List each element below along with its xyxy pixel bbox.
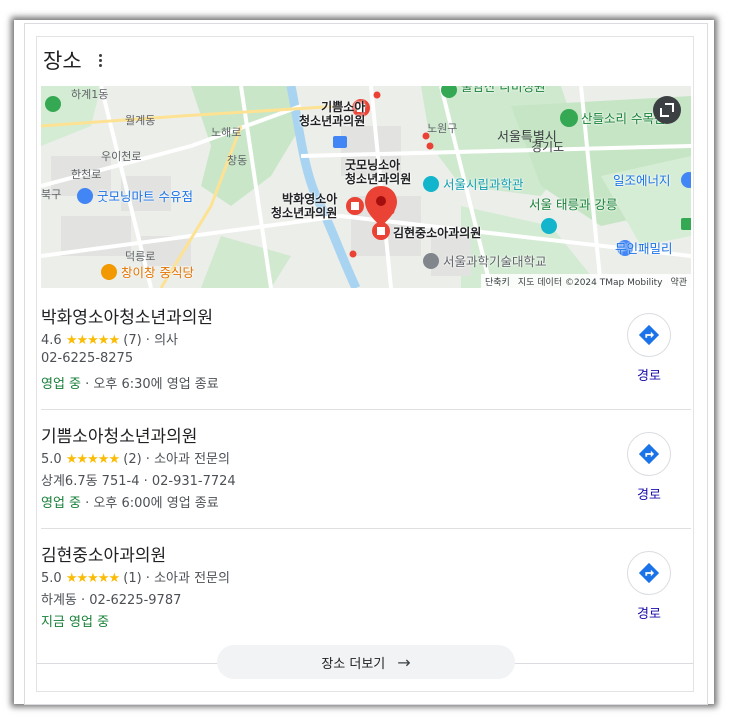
place-item[interactable]: 김현중소아과의원 5.0 ★★★★★ (1) · 소아과 전문의 하계동 · 0… [41,529,691,647]
more-places-label: 장소 더보기 [321,656,386,672]
places-header: 장소 [43,45,108,75]
place-name[interactable]: 박화영소아청소년과의원 [41,303,213,328]
more-places-button[interactable]: 장소 더보기 → [217,645,515,679]
place-item[interactable]: 박화영소아청소년과의원 4.6 ★★★★★ (7) · 의사 02-6225-8… [41,291,691,410]
directions-button[interactable]: 경로 [627,551,671,622]
open-status: 영업 중 [41,377,82,392]
more-options-icon[interactable] [94,53,108,67]
map-label: 덕릉로 [125,250,156,263]
place-hours: 영업 중 · 오후 6:30에 영업 종료 [41,373,219,392]
place-category: 소아과 전문의 [154,452,230,467]
place-rating-row: 5.0 ★★★★★ (2) · 소아과 전문의 [41,452,230,467]
arrow-right-icon: → [397,652,411,672]
expand-map-icon[interactable] [653,96,681,124]
review-count[interactable]: (7) [123,333,141,348]
map-view[interactable]: 하계1동 월계동 노해로 창동 노원구 우이천로 한천로 북구 덕릉로 서울특별… [41,86,691,288]
place-address-phone: 하계동 · 02-6225-9787 [41,593,182,608]
place-name[interactable]: 기쁨소아청소년과의원 [41,422,197,447]
map-poi-mart[interactable]: 굿모닝마트 수유점 [97,190,193,204]
open-status: 영업 중 [41,496,82,511]
place-category: 소아과 전문의 [154,571,230,586]
map-poi-kim[interactable]: 김현중소아과의원 [393,226,481,240]
review-count[interactable]: (1) [123,571,141,586]
keyboard-shortcuts-link[interactable]: 단축키 [485,275,510,288]
rating-value: 4.6 [41,333,62,348]
hours-detail: · 오후 6:30에 영업 종료 [85,377,219,392]
map-label: 한천로 [71,168,102,181]
map-label: 창동 [227,154,248,167]
directions-icon[interactable] [627,432,671,476]
map-poi-seoultech[interactable]: 서울과학기술대학교 [443,255,547,269]
places-list: 박화영소아청소년과의원 4.6 ★★★★★ (7) · 의사 02-6225-8… [41,291,691,647]
place-item[interactable]: 기쁨소아청소년과의원 5.0 ★★★★★ (2) · 소아과 전문의 상계6.7… [41,410,691,529]
rating-stars: ★★★★★ [65,333,120,348]
places-title: 장소 [43,49,82,73]
directions-label[interactable]: 경로 [637,484,661,503]
map-label: 우이천로 [101,150,142,163]
rating-value: 5.0 [41,452,62,467]
review-count[interactable]: (2) [123,452,141,467]
place-name[interactable]: 김현중소아과의원 [41,541,166,566]
directions-label[interactable]: 경로 [637,603,661,622]
map-poi-iljoo[interactable]: 일조에너지 [613,174,671,188]
place-rating-row: 5.0 ★★★★★ (1) · 소아과 전문의 [41,571,230,586]
terms-link[interactable]: 약관 [670,275,687,288]
place-hours: 영업 중 · 오후 6:00에 영업 종료 [41,492,219,511]
map-poi-gippeum[interactable]: 기쁨소아 청소년과의원 [299,100,365,128]
rating-stars: ★★★★★ [65,571,120,586]
place-address-phone: 상계6.7동 751-4 · 02-931-7724 [41,474,236,489]
map-data-credit: 지도 데이터 ©2024 TMap Mobility [517,277,663,288]
map-poi-top[interactable]: 불암산 나비정원 [461,86,545,94]
open-status: 지금 영업 중 [41,615,110,630]
hours-detail: · 오후 6:00에 영업 종료 [85,496,219,511]
directions-label[interactable]: 경로 [637,365,661,384]
map-poi-science[interactable]: 서울시립과학관 [443,178,524,192]
directions-icon[interactable] [627,313,671,357]
place-hours: 지금 영업 중 [41,611,109,630]
map-label: 하계1동 [71,88,109,101]
map-label: 노원구 [427,122,458,135]
map-poi-taereung[interactable]: 서울 태릉과 강릉 [529,198,617,212]
map-poi-muin[interactable]: 무인패밀리 [615,242,673,256]
map-label: 월계동 [125,114,156,127]
rating-stars: ★★★★★ [65,452,120,467]
map-label: 북구 [41,188,62,201]
place-address-phone: 02-6225-8275 [41,351,134,366]
map-label: 노해로 [211,126,242,139]
map-poi-park[interactable]: 박화영소아 청소년과의원 [271,192,337,220]
map-attribution: 단축키 지도 데이터 ©2024 TMap Mobility 약관 [481,274,691,288]
map-poi-changichang[interactable]: 창이창 중식당 [121,266,194,280]
place-rating-row: 4.6 ★★★★★ (7) · 의사 [41,333,178,348]
place-category: 의사 [154,333,178,348]
map-poi-goodmorning[interactable]: 굿모닝소아 청소년과의원 [345,158,411,186]
directions-icon[interactable] [627,551,671,595]
places-panel: 장소 하계1동 월계동 노해로 창동 노원구 우이천로 한천로 북구 덕릉로 서… [36,36,694,692]
directions-button[interactable]: 경로 [627,313,671,384]
rating-value: 5.0 [41,571,62,586]
map-label: 경기도 [531,140,565,154]
directions-button[interactable]: 경로 [627,432,671,503]
